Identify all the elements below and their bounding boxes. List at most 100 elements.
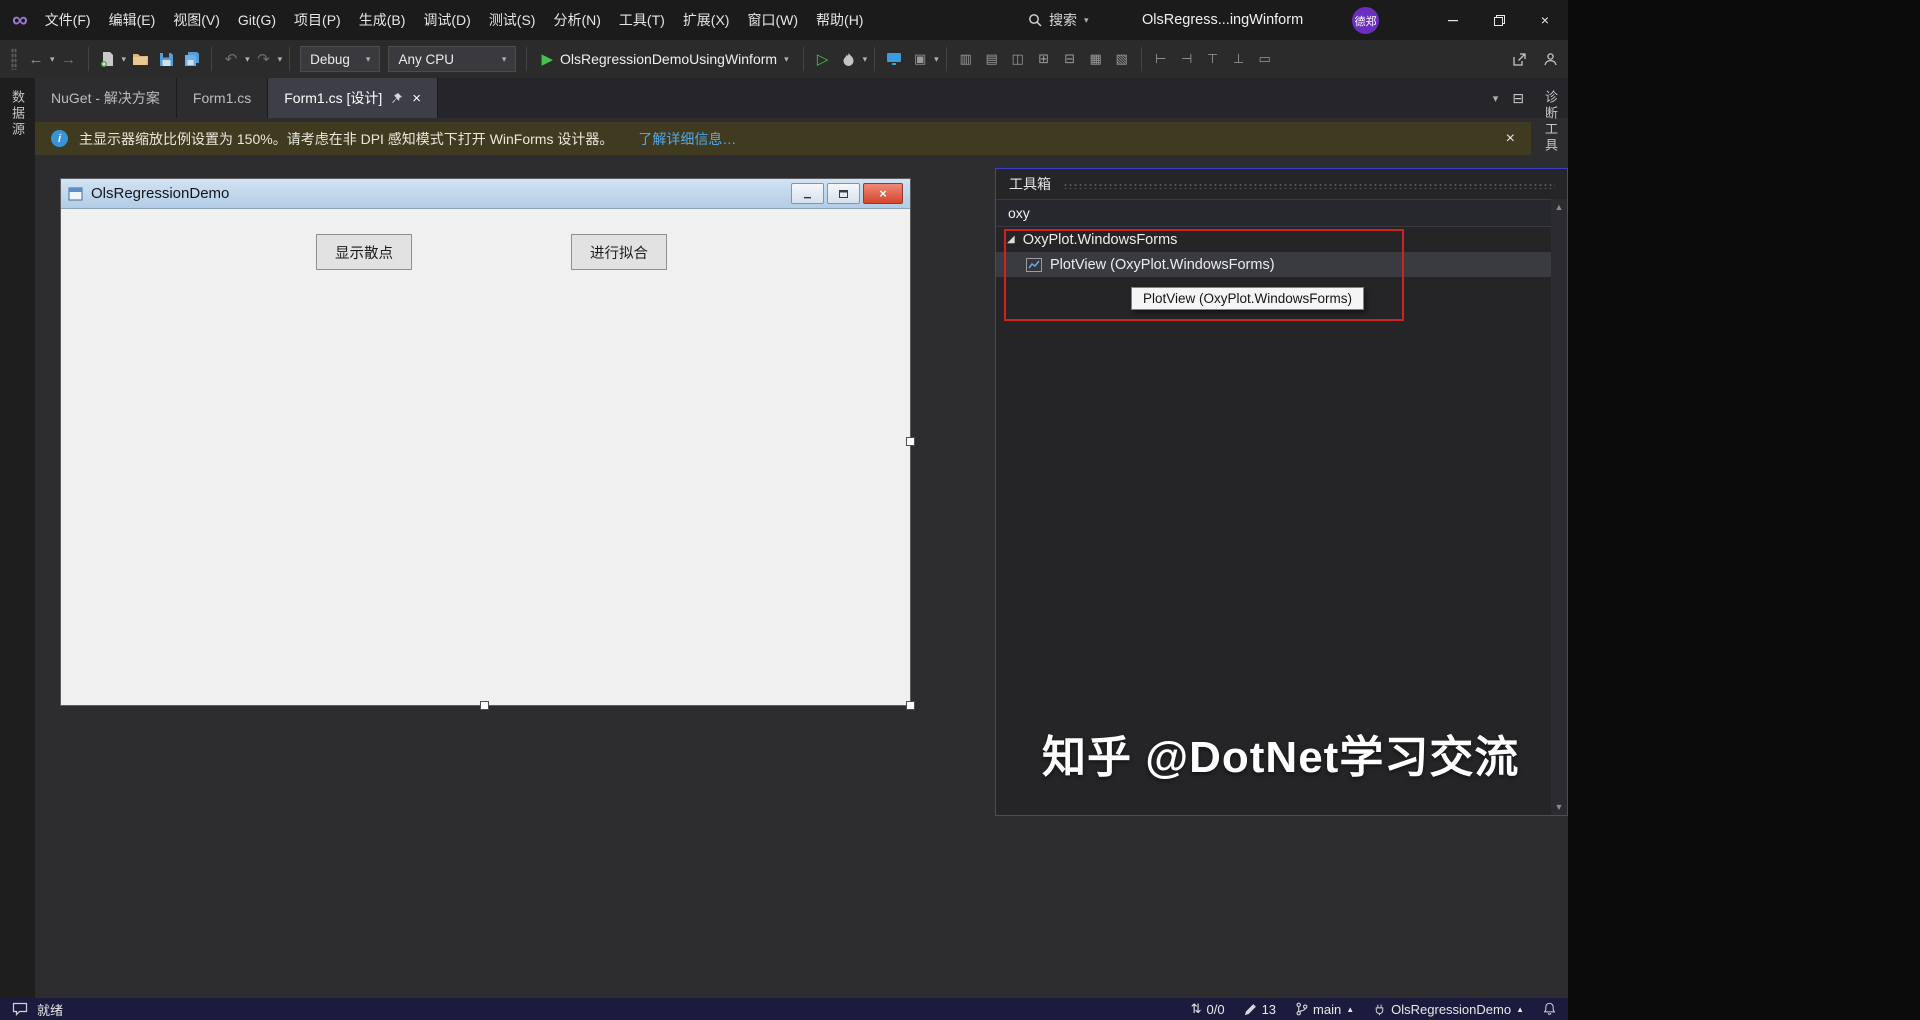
quick-search[interactable]: 搜索 ▾: [1028, 0, 1089, 40]
watermark: 知乎 @DotNet学习交流: [1042, 733, 1520, 782]
toolbar-grip[interactable]: [11, 48, 17, 70]
resize-handle-bottom[interactable]: [480, 701, 489, 710]
restore-button[interactable]: [1476, 0, 1522, 40]
menu-item-git[interactable]: Git(G): [229, 0, 285, 40]
minimize-button[interactable]: [1430, 0, 1476, 40]
repository-selector[interactable]: OlsRegressionDemo ▲: [1373, 1002, 1524, 1017]
tab-nuget-solution[interactable]: NuGet - 解决方案: [35, 78, 177, 118]
form-button-fit[interactable]: 进行拟合: [571, 234, 667, 270]
resize-handle-bottom-right[interactable]: [906, 701, 915, 710]
infobar-message: 主显示器缩放比例设置为 150%。请考虑在非 DPI 感知模式下打开 WinFo…: [79, 130, 614, 147]
align-edge-icon[interactable]: ⊥: [1227, 46, 1251, 72]
visual-studio-logo-icon: ∞: [12, 7, 28, 32]
toolbox-drag-grip[interactable]: [1063, 183, 1555, 189]
navigate-forward-icon[interactable]: →: [57, 46, 81, 72]
menu-item-tools[interactable]: 工具(T): [610, 0, 674, 40]
share-icon[interactable]: [1512, 52, 1527, 67]
tab-label: Form1.cs [设计]: [284, 90, 383, 106]
resize-handle-right[interactable]: [906, 437, 915, 446]
sync-status[interactable]: ⇅ 0/0: [1191, 1001, 1225, 1017]
window-controls: ×: [1430, 0, 1568, 40]
tree-expanded-icon[interactable]: ◢: [1007, 234, 1015, 245]
start-debugging-button[interactable]: ▶ OlsRegressionDemoUsingWinform ▾: [534, 50, 795, 68]
chevron-down-icon[interactable]: ▾: [50, 54, 55, 65]
sidebar-tab-data-sources[interactable]: 数据源: [8, 90, 27, 138]
tab-bar-options: ▾ ⊟: [1493, 78, 1524, 118]
toolbox-search-input[interactable]: [996, 199, 1567, 227]
chevron-down-icon[interactable]: ▾: [863, 54, 868, 65]
configuration-dropdown[interactable]: Debug ▾: [300, 46, 381, 72]
tab-form1-designer[interactable]: Form1.cs [设计] ×: [268, 78, 439, 118]
new-file-icon[interactable]: [96, 46, 120, 72]
sidebar-tab-diagnostics[interactable]: 诊断工具: [1541, 90, 1560, 154]
undo-icon[interactable]: ↶: [219, 46, 243, 72]
menu-item-view[interactable]: 视图(V): [164, 0, 229, 40]
infobar-close-icon[interactable]: ×: [1506, 130, 1515, 148]
menu-item-help[interactable]: 帮助(H): [807, 0, 872, 40]
close-tab-icon[interactable]: ×: [412, 90, 421, 107]
save-all-icon[interactable]: [180, 46, 204, 72]
navigate-back-icon[interactable]: ←: [24, 46, 48, 72]
menu-item-file[interactable]: 文件(F): [36, 0, 100, 40]
scroll-down-icon[interactable]: ▼: [1555, 802, 1564, 812]
align-tool-icon[interactable]: ⊞: [1032, 46, 1056, 72]
chevron-down-icon[interactable]: ▾: [122, 54, 127, 65]
align-tool-icon[interactable]: ▤: [980, 46, 1004, 72]
console-window-icon[interactable]: ▣: [908, 46, 932, 72]
menu-item-build[interactable]: 生成(B): [350, 0, 415, 40]
close-button[interactable]: ×: [1522, 0, 1568, 40]
designed-form[interactable]: OlsRegressionDemo ▁ × 显示散点 进行拟合: [60, 178, 911, 706]
feedback-icon[interactable]: [1543, 52, 1558, 67]
menu-item-window[interactable]: 窗口(W): [738, 0, 807, 40]
align-tool-icon[interactable]: ◫: [1006, 46, 1030, 72]
platform-dropdown[interactable]: Any CPU ▾: [388, 46, 517, 72]
separator: [945, 47, 947, 71]
notifications-bell-icon[interactable]: [1543, 1002, 1556, 1016]
toolbox-item-plotview[interactable]: PlotView (OxyPlot.WindowsForms): [996, 252, 1567, 277]
sync-count: 0/0: [1206, 1001, 1225, 1017]
search-icon: [1028, 13, 1042, 27]
window-list-icon[interactable]: ⊟: [1512, 90, 1524, 107]
info-icon: i: [51, 130, 68, 147]
save-icon[interactable]: [154, 46, 178, 72]
align-tool-icon[interactable]: ⊟: [1058, 46, 1082, 72]
chevron-down-icon[interactable]: ▾: [278, 54, 283, 65]
menu-item-test[interactable]: 测试(S): [480, 0, 545, 40]
align-edge-icon[interactable]: ⊤: [1201, 46, 1225, 72]
infobar-learn-more-link[interactable]: 了解详细信息…: [638, 129, 736, 149]
menu-item-project[interactable]: 项目(P): [285, 0, 350, 40]
toolbox-group-oxyplot[interactable]: ◢ OxyPlot.WindowsForms: [996, 227, 1567, 252]
toolbox-header[interactable]: 工具箱: [996, 169, 1567, 199]
status-ready-label: 就绪: [37, 1002, 64, 1018]
align-edge-icon[interactable]: ⊣: [1175, 46, 1199, 72]
feedback-bubble-icon[interactable]: [12, 1002, 28, 1016]
document-tab-bar: NuGet - 解决方案 Form1.cs Form1.cs [设计] × ▾ …: [35, 78, 1568, 118]
chevron-down-icon[interactable]: ▾: [934, 54, 939, 65]
pin-icon[interactable]: [391, 92, 403, 105]
target-monitor-icon[interactable]: [882, 46, 906, 72]
tab-form1-cs[interactable]: Form1.cs: [176, 78, 269, 118]
align-tool-icon[interactable]: ▧: [1110, 46, 1134, 72]
menu-item-edit[interactable]: 编辑(E): [100, 0, 165, 40]
form-button-show-scatter[interactable]: 显示散点: [316, 234, 412, 270]
toolbox-title: 工具箱: [1009, 176, 1051, 192]
open-folder-icon[interactable]: [128, 46, 152, 72]
account-badge[interactable]: 德郑: [1352, 7, 1379, 34]
menu-item-debug[interactable]: 调试(D): [414, 0, 479, 40]
git-branch-selector[interactable]: main ▲: [1295, 1002, 1354, 1017]
pending-changes[interactable]: 13: [1244, 1002, 1276, 1017]
chevron-down-icon[interactable]: ▾: [245, 54, 250, 65]
menu-item-analyze[interactable]: 分析(N): [544, 0, 609, 40]
toolbox-scrollbar[interactable]: ▲ ▼: [1551, 199, 1567, 815]
scroll-up-icon[interactable]: ▲: [1555, 202, 1564, 212]
align-edge-icon[interactable]: ⊢: [1149, 46, 1173, 72]
start-without-debugging-icon[interactable]: ▷: [811, 46, 835, 72]
menu-item-extensions[interactable]: 扩展(X): [674, 0, 739, 40]
size-tool-icon[interactable]: ▭: [1253, 46, 1277, 72]
redo-icon[interactable]: ↷: [252, 46, 276, 72]
align-tool-icon[interactable]: ▦: [1084, 46, 1108, 72]
designed-form-client: 显示散点 进行拟合: [61, 209, 910, 705]
chevron-down-icon[interactable]: ▾: [1493, 92, 1499, 105]
hot-reload-icon[interactable]: [837, 46, 861, 72]
align-tool-icon[interactable]: ▥: [954, 46, 978, 72]
